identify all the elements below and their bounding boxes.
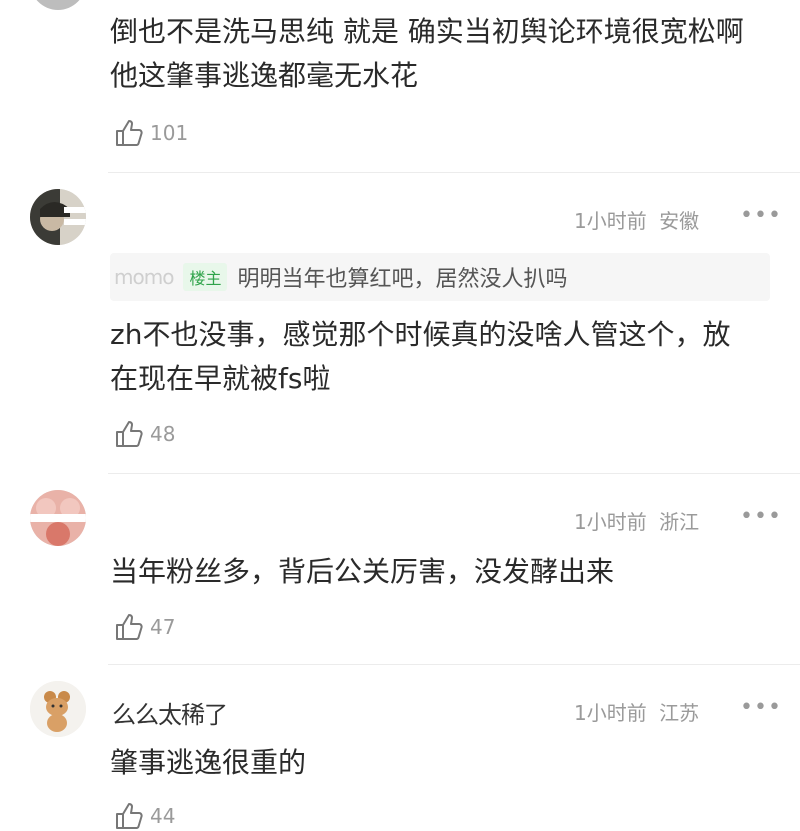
comment-location: 安徽 xyxy=(659,209,700,233)
more-options-icon[interactable]: ••• xyxy=(740,504,782,529)
avatar-image xyxy=(30,681,86,737)
avatar[interactable] xyxy=(30,681,86,737)
like-count: 101 xyxy=(150,121,189,145)
comment-text-line: 倒也不是洗马思纯 就是 确实当初舆论环境很宽松啊 xyxy=(110,15,744,48)
avatar[interactable] xyxy=(30,490,86,546)
comment-meta: 1小时前 浙江 xyxy=(574,506,699,535)
avatar[interactable] xyxy=(30,189,86,245)
comment-time: 1小时前 xyxy=(574,209,647,233)
thumbs-up-icon xyxy=(116,421,143,447)
comment-item: 么么太稀了 1小时前 江苏 ••• 肇事逃逸很重的 44 xyxy=(0,665,800,831)
thumbs-up-icon xyxy=(116,120,143,146)
like-count: 44 xyxy=(150,804,176,828)
comment-location: 江苏 xyxy=(659,701,700,725)
like-button[interactable]: 44 xyxy=(114,801,175,831)
comment-text-line: 肇事逃逸很重的 xyxy=(110,746,307,779)
comment-text-line: 在现在早就被fs啦 xyxy=(110,362,331,395)
comment-item: 1小时前 安徽 ••• momo 楼主 明明当年也算红吧，居然没人扒吗 zh不也… xyxy=(0,173,800,473)
op-badge: 楼主 xyxy=(183,263,228,291)
comment-item: 1小时前 浙江 ••• 当年粉丝多，背后公关厉害，没发酵出来 47 xyxy=(0,474,800,664)
like-button[interactable]: 101 xyxy=(114,118,188,148)
quoted-reply[interactable]: momo 楼主 明明当年也算红吧，居然没人扒吗 xyxy=(110,253,770,301)
more-options-icon[interactable]: ••• xyxy=(740,695,782,720)
thumbs-up-icon xyxy=(116,803,143,829)
like-button[interactable]: 48 xyxy=(114,419,175,449)
quoted-text: 明明当年也算红吧，居然没人扒吗 xyxy=(237,267,568,292)
comment-meta: 1小时前 江苏 xyxy=(574,697,699,726)
comment-text: 倒也不是洗马思纯 就是 确实当初舆论环境很宽松啊 他这肇事逃逸都毫无水花 xyxy=(110,10,770,98)
like-button[interactable]: 47 xyxy=(114,612,175,642)
comment-location: 浙江 xyxy=(659,510,700,534)
avatar[interactable] xyxy=(30,0,86,10)
comment-text: 当年粉丝多，背后公关厉害，没发酵出来 xyxy=(110,550,770,594)
username[interactable]: 么么太稀了 xyxy=(112,695,228,730)
comment-time: 1小时前 xyxy=(574,510,647,534)
comment-time: 1小时前 xyxy=(574,701,647,725)
comment-text-line: 他这肇事逃逸都毫无水花 xyxy=(110,59,419,92)
thumbs-up-icon xyxy=(116,614,143,640)
more-options-icon[interactable]: ••• xyxy=(740,203,782,228)
avatar-image xyxy=(30,490,86,546)
comment-text-line: 当年粉丝多，背后公关厉害，没发酵出来 xyxy=(110,555,615,588)
comment-text: zh不也没事，感觉那个时候真的没啥人管这个，放 在现在早就被fs啦 xyxy=(110,313,770,401)
comment-text-line: zh不也没事，感觉那个时候真的没啥人管这个，放 xyxy=(110,318,731,351)
comment-text: 肇事逃逸很重的 xyxy=(110,741,770,785)
comment-item: 倒也不是洗马思纯 就是 确实当初舆论环境很宽松啊 他这肇事逃逸都毫无水花 101 xyxy=(0,0,800,172)
like-count: 48 xyxy=(150,422,176,446)
like-count: 47 xyxy=(150,615,176,639)
quoted-username[interactable]: momo xyxy=(114,265,174,289)
avatar-image xyxy=(30,189,86,245)
comment-meta: 1小时前 安徽 xyxy=(574,205,699,234)
